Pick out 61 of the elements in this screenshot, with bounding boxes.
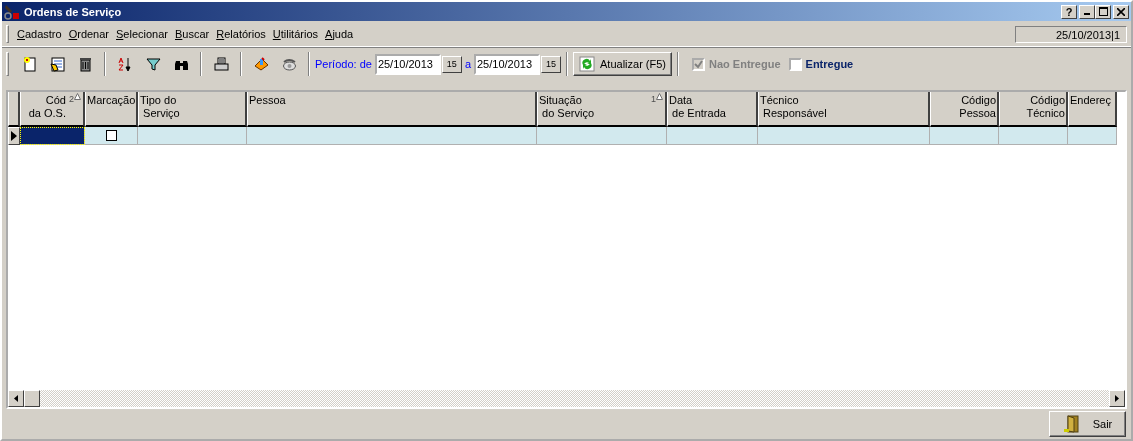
status-date: 25/10/2013|1 <box>1015 25 1127 43</box>
column-header[interactable]: Endereç <box>1068 92 1117 127</box>
window-title: Ordens de Serviço <box>24 5 123 18</box>
scroll-right-button[interactable] <box>1109 390 1125 407</box>
maximize-button[interactable] <box>1095 4 1111 19</box>
sort-order-number: 2 <box>69 93 74 106</box>
refresh-icon <box>579 56 595 72</box>
left-arrow-icon <box>14 395 18 402</box>
paint-icon[interactable] <box>252 55 270 73</box>
period-label: Período: de <box>315 58 372 70</box>
close-button[interactable] <box>1113 4 1129 19</box>
minimize-button[interactable] <box>1079 4 1095 19</box>
column-header[interactable]: Código Técnico <box>999 92 1068 127</box>
calendar-button[interactable]: 15 <box>541 55 561 73</box>
checkbox[interactable] <box>788 57 802 71</box>
table-cell <box>930 127 999 145</box>
minimize-icon <box>1084 13 1090 15</box>
exit-button[interactable]: Sair <box>1049 411 1126 437</box>
printer-icon[interactable] <box>212 55 230 73</box>
menu-item[interactable]: Cadastro <box>14 28 65 40</box>
help-button[interactable]: ? <box>1061 4 1077 19</box>
column-header[interactable]: Pessoa <box>247 92 537 127</box>
range-separator: a <box>464 58 471 70</box>
sort-order-number: 1 <box>651 93 656 106</box>
sort-triangle-icon <box>74 93 81 100</box>
row-indicator[interactable] <box>8 127 20 145</box>
menu-item[interactable]: Buscar <box>172 28 213 40</box>
door-icon <box>1062 415 1081 433</box>
header-corner <box>8 92 20 127</box>
menu-item[interactable]: Utilitários <box>269 28 322 40</box>
checkbox-label: Nao Entregue <box>709 58 781 70</box>
menu-item[interactable]: Selecionar <box>113 28 171 40</box>
sort-triangle-icon <box>656 93 663 100</box>
right-arrow-icon <box>1115 395 1119 402</box>
column-header[interactable]: Código Pessoa <box>930 92 999 127</box>
app-icon <box>4 3 20 20</box>
column-header[interactable]: Tipo do Serviço <box>138 92 247 127</box>
close-icon <box>1117 7 1125 16</box>
menu-item[interactable]: Ordenar <box>65 28 112 40</box>
column-header[interactable]: Data de Entrada <box>667 92 758 127</box>
menu-item[interactable]: Relatórios <box>213 28 269 40</box>
mark-checkbox[interactable] <box>105 130 117 141</box>
calendar-button[interactable]: 15 <box>441 55 462 73</box>
scroll-left-button[interactable] <box>8 390 24 407</box>
refresh-button[interactable]: Atualizar (F5) <box>573 52 673 76</box>
maximize-icon <box>1098 7 1108 16</box>
table-cell <box>999 127 1068 145</box>
table-cell <box>1068 127 1117 145</box>
scrollbar-thumb[interactable] <box>24 390 40 407</box>
checkbox-label: Entregue <box>805 58 854 70</box>
column-header[interactable]: Técnico Responsável <box>758 92 930 127</box>
edit-document-icon[interactable] <box>48 55 66 73</box>
column-header[interactable]: Marcação <box>85 92 138 127</box>
column-header[interactable]: Situação do Serviço 1 <box>537 92 667 127</box>
sort-icon[interactable] <box>116 55 134 73</box>
column-header[interactable]: Cód da O.S. 2 <box>20 92 85 127</box>
end-date-field[interactable]: 25/10/2013 <box>474 53 540 75</box>
horizontal-scrollbar[interactable] <box>8 390 1125 407</box>
filter-icon[interactable] <box>144 55 162 73</box>
start-date-field[interactable]: 25/10/2013 <box>374 53 441 75</box>
menu-item[interactable]: Ajuda <box>322 28 357 40</box>
